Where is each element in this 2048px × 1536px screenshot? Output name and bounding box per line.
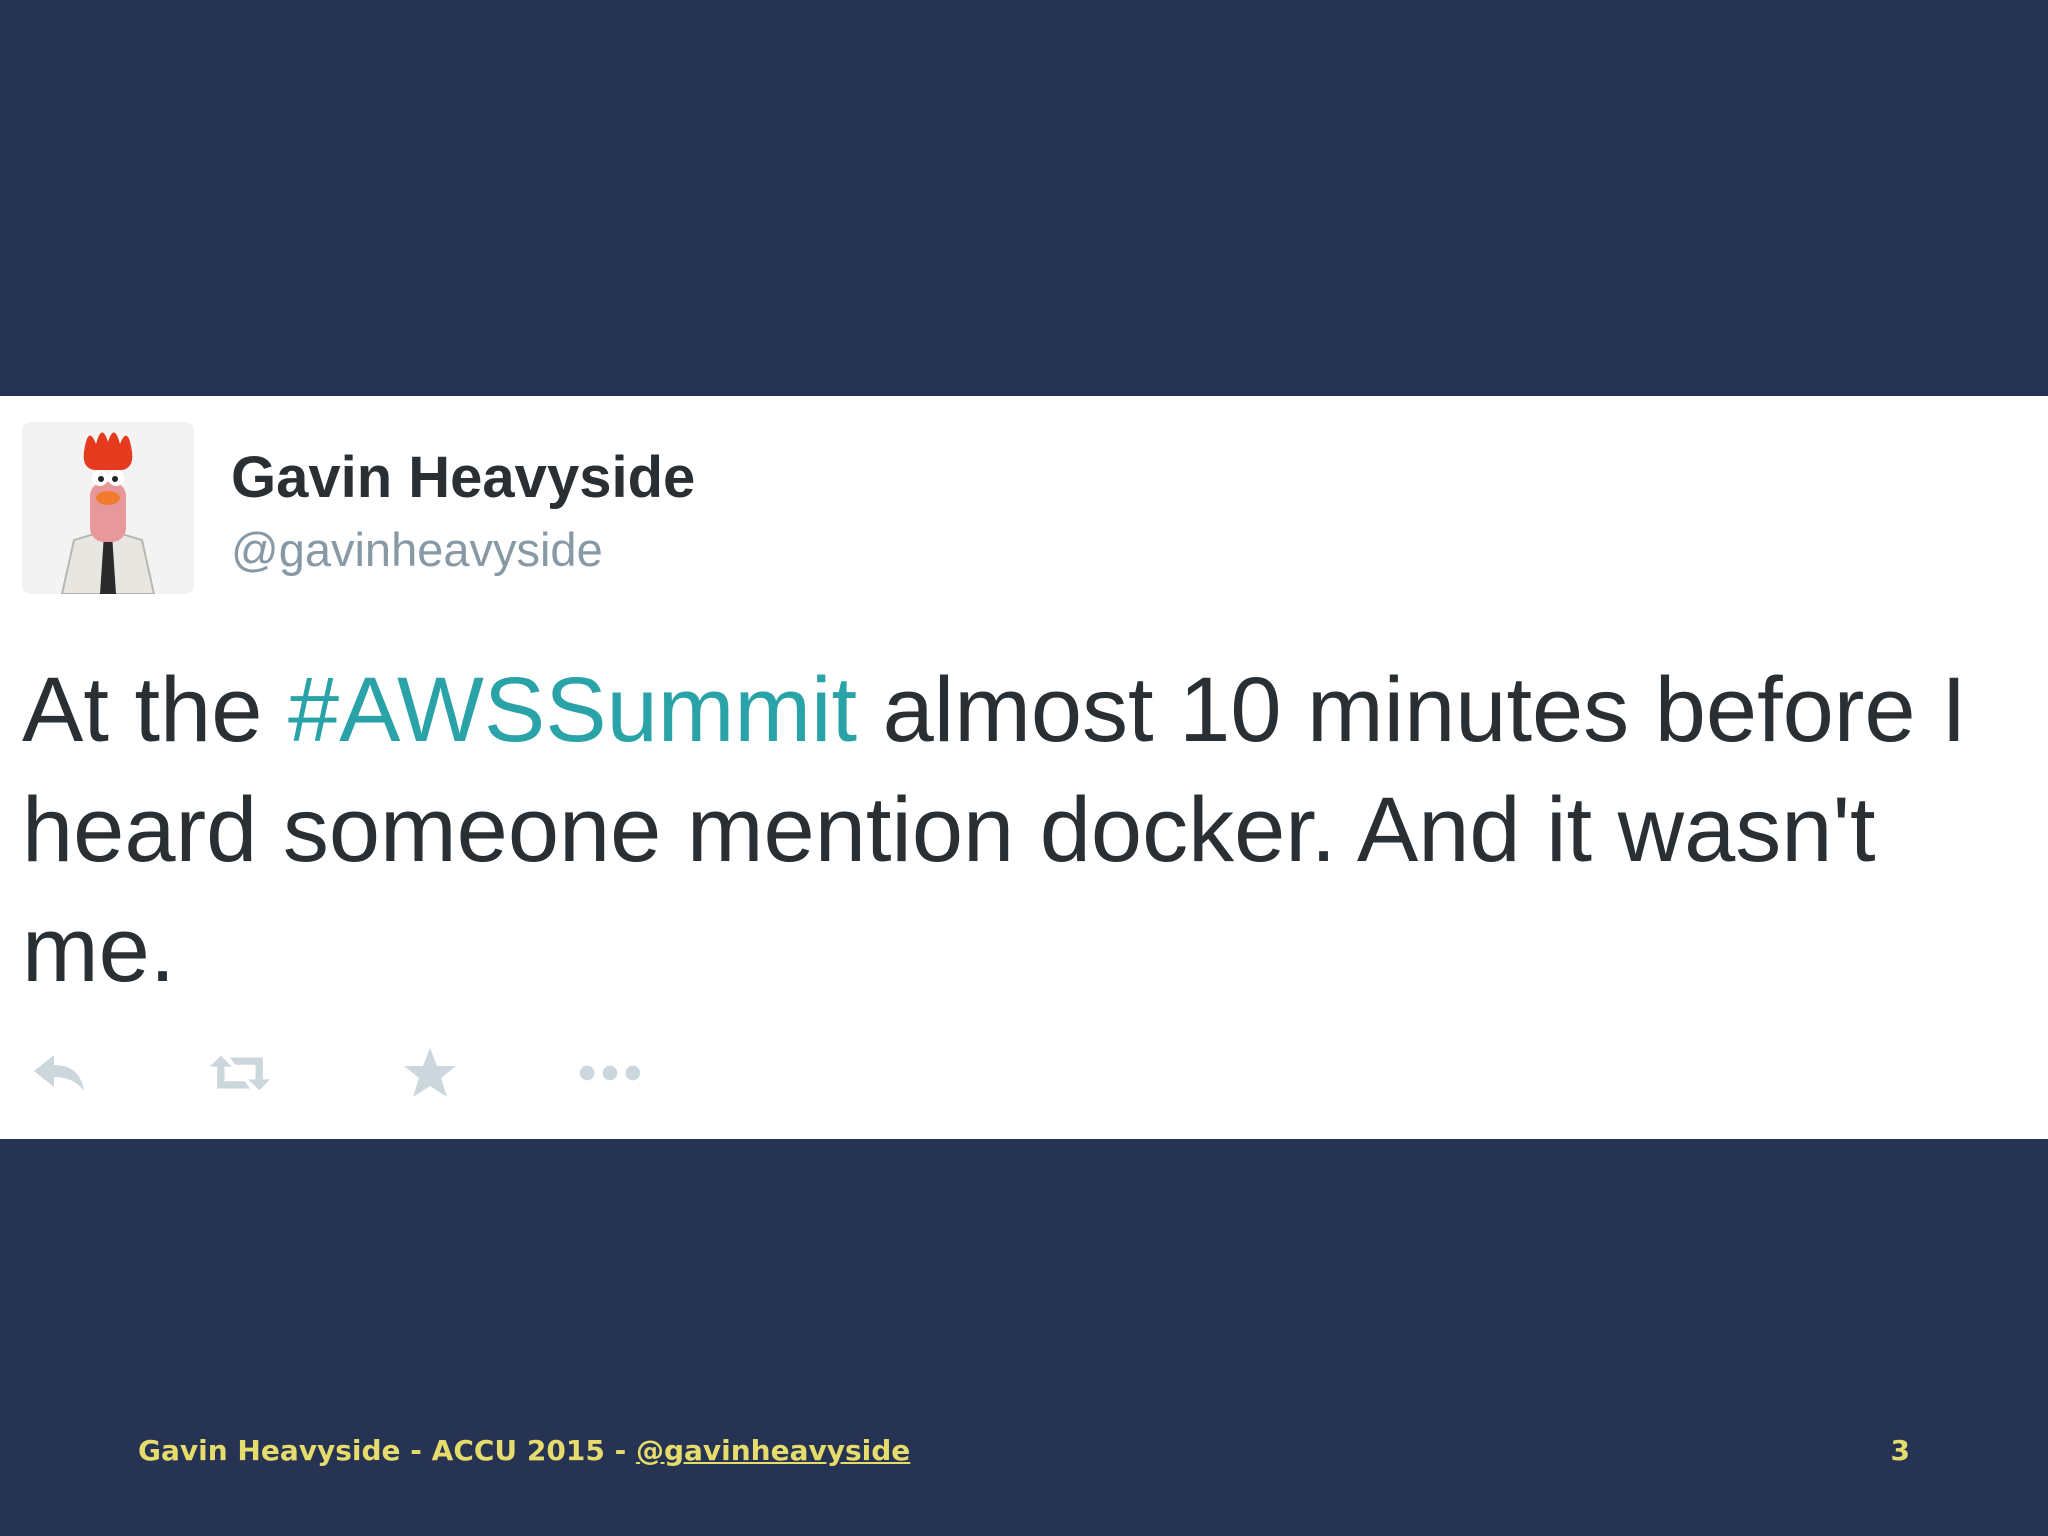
avatar[interactable] (22, 422, 194, 594)
more-button[interactable] (578, 1041, 642, 1105)
retweet-icon (209, 1055, 271, 1091)
tweet-text-before: At the (22, 659, 288, 761)
handle[interactable]: @gavinheavyside (231, 522, 603, 577)
hashtag-link[interactable]: #AWSSummit (288, 659, 857, 761)
reply-button[interactable] (28, 1041, 92, 1105)
star-icon (404, 1048, 456, 1097)
beaker-muppet-avatar-icon (22, 422, 194, 594)
more-dots-icon (579, 1065, 641, 1081)
tweet-card: Gavin Heavyside @gavinheavyside At the #… (0, 396, 2048, 1139)
display-name[interactable]: Gavin Heavyside (231, 444, 695, 511)
slide-footer: Gavin Heavyside - ACCU 2015 - @gavinheav… (138, 1434, 910, 1467)
page-number: 3 (1890, 1434, 1910, 1467)
favorite-button[interactable] (398, 1041, 462, 1105)
footer-text: Gavin Heavyside - ACCU 2015 - (138, 1434, 636, 1467)
footer-twitter-link[interactable]: @gavinheavyside (636, 1434, 910, 1467)
tweet-text: At the #AWSSummit almost 10 minutes befo… (22, 650, 2022, 1010)
reply-icon (34, 1055, 84, 1091)
retweet-button[interactable] (208, 1041, 272, 1105)
